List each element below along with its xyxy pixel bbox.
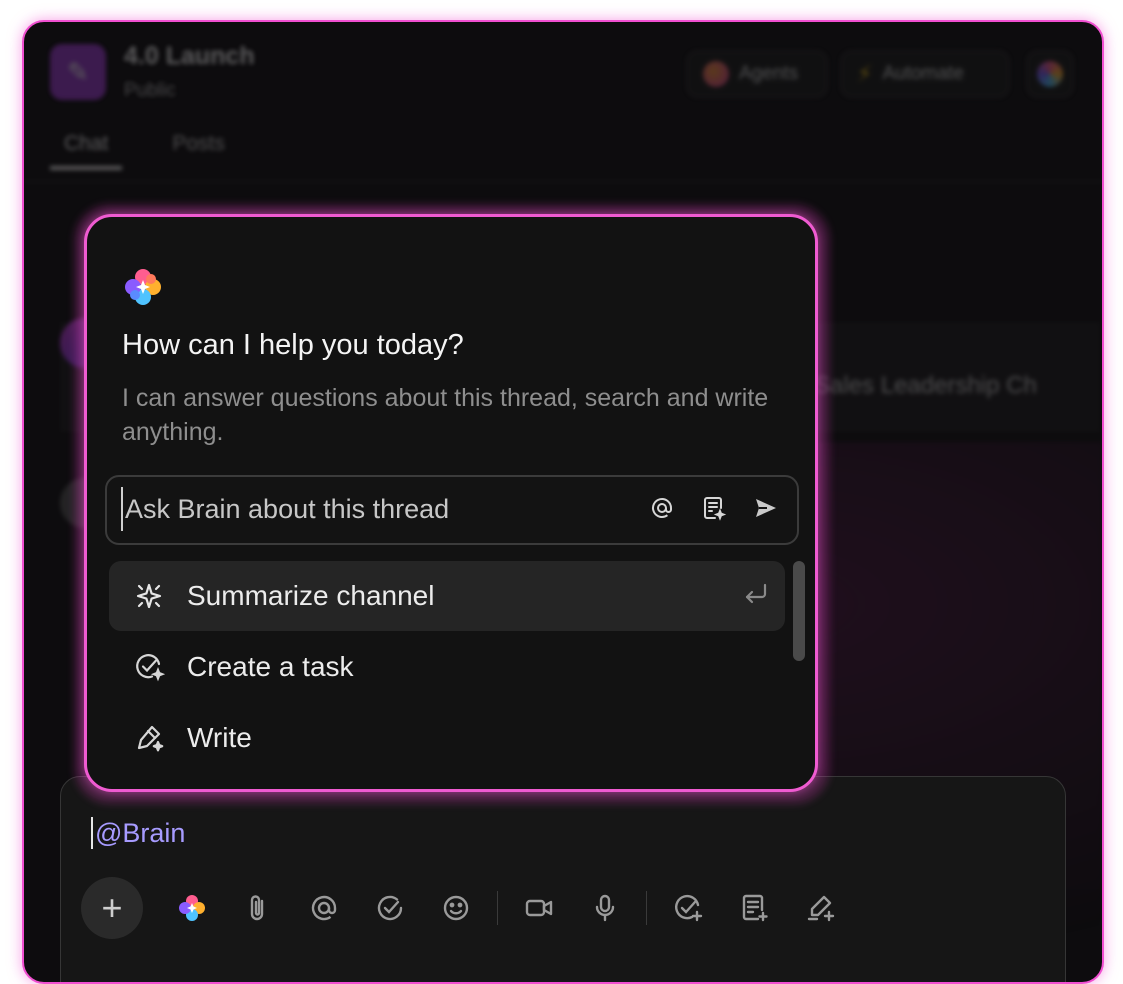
composer-toolbar: + <box>81 877 853 939</box>
sparkle-icon <box>131 578 167 614</box>
brain-actions-list: Summarize channel Create a task Write <box>109 561 785 774</box>
scrollbar-thumb[interactable] <box>793 561 805 661</box>
task-sparkle-icon <box>131 649 167 685</box>
action-create-task[interactable]: Create a task <box>109 632 785 702</box>
action-write[interactable]: Write <box>109 703 785 773</box>
brain-icon[interactable] <box>170 886 214 930</box>
space-visibility: Public <box>124 80 176 101</box>
agents-icon <box>703 61 729 87</box>
brain-icon <box>1037 61 1063 87</box>
message-composer[interactable]: @Brain + <box>60 776 1066 982</box>
space-title[interactable]: 4.0 Launch <box>124 42 255 71</box>
attachment-icon[interactable] <box>236 886 280 930</box>
lightning-icon: ⚡ <box>857 61 873 86</box>
emoji-icon[interactable] <box>434 886 478 930</box>
enter-key-icon <box>745 583 767 604</box>
agents-button[interactable]: Agents <box>686 50 828 98</box>
doc-add-icon[interactable] <box>732 886 776 930</box>
popup-title: How can I help you today? <box>122 329 464 361</box>
doc-sparkle-icon[interactable] <box>699 493 729 523</box>
brain-header-button[interactable] <box>1026 50 1074 98</box>
send-icon[interactable] <box>751 493 781 523</box>
microphone-icon[interactable] <box>583 886 627 930</box>
ask-brain-box <box>105 475 799 545</box>
add-task-icon[interactable] <box>666 886 710 930</box>
task-icon[interactable] <box>368 886 412 930</box>
brain-logo-icon <box>125 269 161 305</box>
video-icon[interactable] <box>517 886 561 930</box>
message-snippet: e Sales Leadership Ch <box>794 372 1037 399</box>
mention-icon[interactable] <box>302 886 346 930</box>
action-label: Create a task <box>187 651 354 682</box>
popup-description: I can answer questions about this thread… <box>122 384 769 446</box>
space-icon[interactable]: ✎ <box>50 44 106 100</box>
tab-chat[interactable]: Chat <box>50 132 123 170</box>
header-divider <box>24 181 1102 182</box>
toolbar-divider <box>646 891 647 925</box>
automate-button[interactable]: ⚡ Automate <box>840 50 1010 98</box>
action-label: Summarize channel <box>187 580 435 611</box>
ask-input-actions <box>647 493 781 523</box>
channel-header: ✎ 4.0 Launch Public Agents ⚡ Automate Ch… <box>24 22 1102 182</box>
mention-icon[interactable] <box>647 493 677 523</box>
app-window: ✎ 4.0 Launch Public Agents ⚡ Automate Ch… <box>22 20 1104 984</box>
composer-text[interactable]: @Brain <box>91 817 185 849</box>
toolbar-divider <box>497 891 498 925</box>
automate-label: Automate <box>882 63 964 84</box>
action-label: Write <box>187 722 252 753</box>
tab-posts[interactable]: Posts <box>158 132 239 170</box>
brain-popup: How can I help you today? I can answer q… <box>84 214 818 792</box>
agents-label: Agents <box>739 63 799 84</box>
plus-icon[interactable]: + <box>81 877 143 939</box>
action-summarize-channel[interactable]: Summarize channel <box>109 561 785 631</box>
pen-sparkle-icon <box>131 720 167 756</box>
whiteboard-icon[interactable] <box>798 886 842 930</box>
ask-brain-input[interactable] <box>121 487 625 531</box>
channel-tabs: Chat Posts <box>50 132 239 170</box>
